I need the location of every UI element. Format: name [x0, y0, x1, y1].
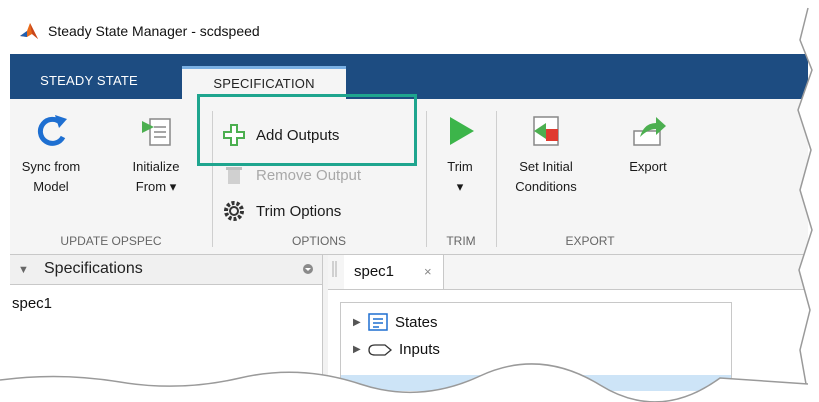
screenshot-stage: Steady State Manager - scdspeed STEADY S… [0, 0, 819, 402]
torn-edge-overlay [0, 0, 819, 402]
